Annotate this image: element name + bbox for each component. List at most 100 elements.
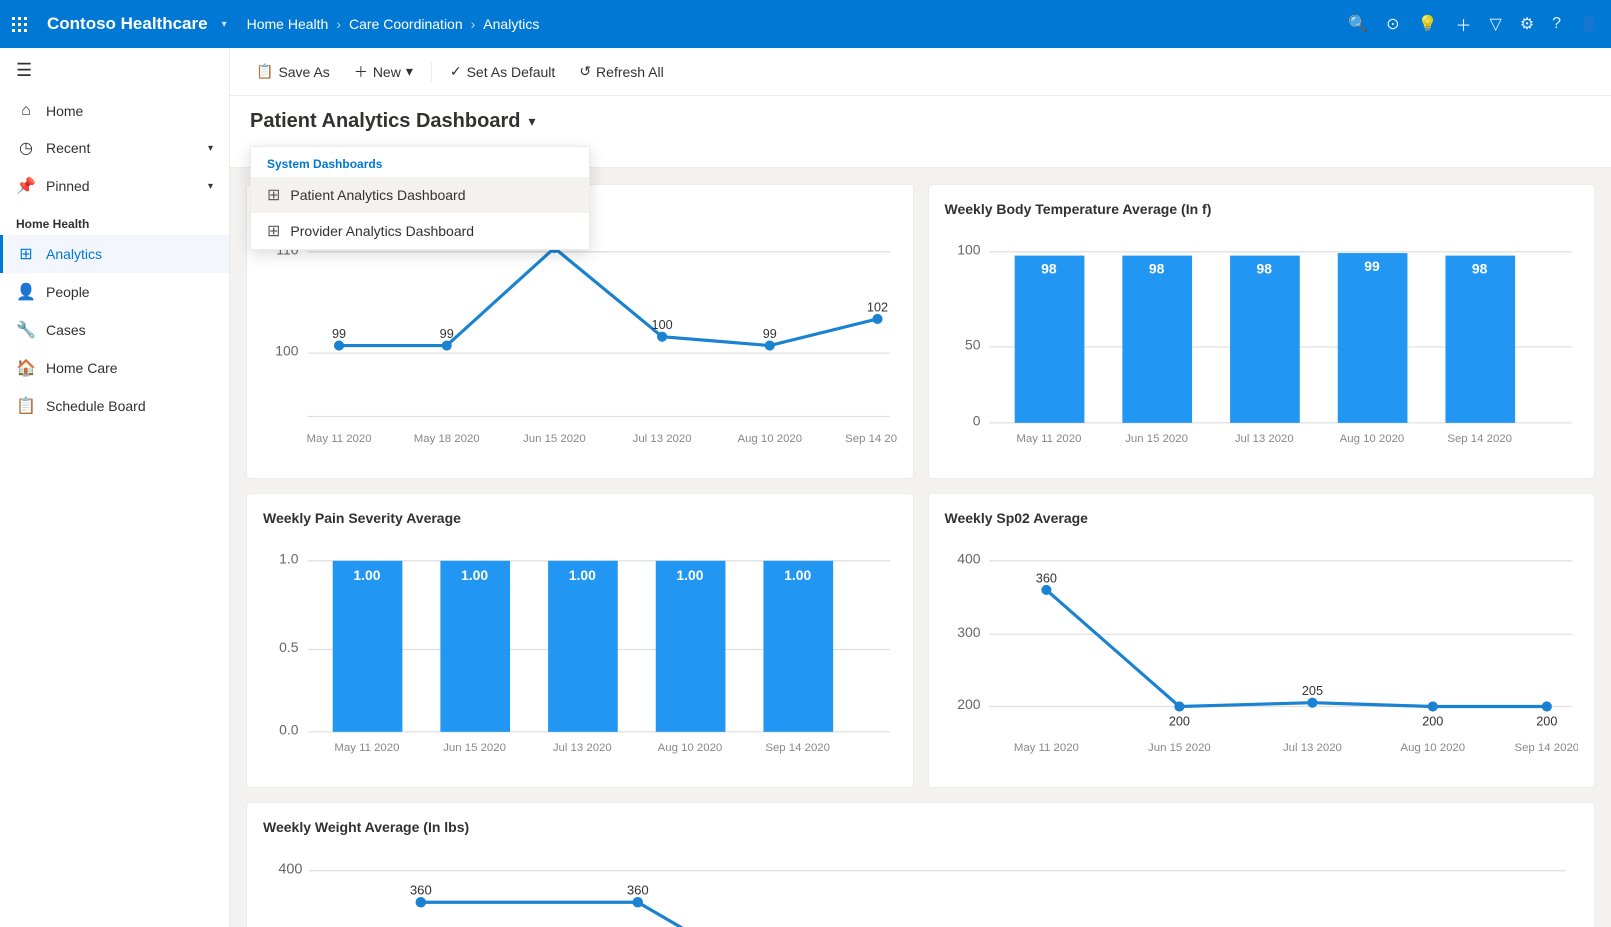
help-icon[interactable]: ? xyxy=(1552,15,1561,33)
svg-text:May 18 2020: May 18 2020 xyxy=(414,433,480,445)
refresh-all-button[interactable]: ↺ Refresh All xyxy=(569,58,673,85)
save-as-button[interactable]: 📋 Save As xyxy=(246,58,340,85)
sidebar-item-cases[interactable]: 🔧 Cases xyxy=(0,311,229,349)
search-icon[interactable]: 🔍 xyxy=(1348,14,1368,34)
svg-text:Jun 15 2020: Jun 15 2020 xyxy=(443,742,506,754)
sidebar-toggle-button[interactable]: ☰ xyxy=(0,48,229,93)
pain-severity-chart-card: Weekly Pain Severity Average 1.0 0.5 0.0… xyxy=(246,493,914,788)
spo2-chart-title: Weekly Sp02 Average xyxy=(945,510,1579,526)
schedule-board-icon: 📋 xyxy=(16,396,36,416)
sidebar-item-people[interactable]: 👤 People xyxy=(0,273,229,311)
main-layout: ☰ ⌂ Home ◷ Recent ▾ 📌 Pinned ▾ Home Heal… xyxy=(0,48,1611,927)
dropdown-item-label-patient: Patient Analytics Dashboard xyxy=(290,187,465,203)
home-icon: ⌂ xyxy=(16,102,36,120)
svg-text:May 11 2020: May 11 2020 xyxy=(1013,742,1078,754)
svg-text:1.00: 1.00 xyxy=(676,567,703,583)
dashboard-header: Patient Analytics Dashboard ▾ System Das… xyxy=(230,96,1611,168)
svg-text:200: 200 xyxy=(1422,715,1443,729)
recent-chevron-icon: ▾ xyxy=(208,143,213,154)
svg-text:Sep 14 2020: Sep 14 2020 xyxy=(1447,433,1512,445)
svg-text:1.00: 1.00 xyxy=(461,567,488,583)
breadcrumb-care-coordination[interactable]: Care Coordination xyxy=(349,16,463,32)
sidebar-label-analytics: Analytics xyxy=(46,246,102,262)
toolbar-divider1 xyxy=(431,62,432,82)
save-as-icon: 📋 xyxy=(256,63,273,80)
pinned-icon: 📌 xyxy=(16,176,36,196)
svg-text:Jun 15 2020: Jun 15 2020 xyxy=(1148,742,1211,754)
pain-severity-chart-title: Weekly Pain Severity Average xyxy=(263,510,897,526)
toolbar: 📋 Save As ＋ New ▾ ✓ Set As Default ↺ Ref… xyxy=(230,48,1611,96)
svg-text:360: 360 xyxy=(410,882,432,897)
lightbulb-icon[interactable]: 💡 xyxy=(1418,14,1438,34)
dropdown-item-patient-analytics[interactable]: ⊞ Patient Analytics Dashboard xyxy=(251,177,589,213)
sidebar-label-recent: Recent xyxy=(46,140,90,156)
breadcrumb-sep2: › xyxy=(471,16,476,32)
svg-text:99: 99 xyxy=(1364,258,1380,274)
dashboard-dropdown: System Dashboards ⊞ Patient Analytics Da… xyxy=(250,146,590,250)
checkmark-icon: ✓ xyxy=(450,63,462,80)
refresh-icon: ↺ xyxy=(579,63,591,80)
app-logo: Contoso Healthcare xyxy=(47,14,208,34)
sidebar-label-home: Home xyxy=(46,103,83,119)
svg-text:0.0: 0.0 xyxy=(279,721,299,737)
svg-text:1.0: 1.0 xyxy=(279,550,299,566)
dashboard-dropdown-button[interactable]: ▾ xyxy=(528,113,535,130)
sidebar-item-pinned[interactable]: 📌 Pinned ▾ xyxy=(0,167,229,205)
sidebar-item-recent[interactable]: ◷ Recent ▾ xyxy=(0,129,229,167)
new-chevron-icon: ▾ xyxy=(406,63,413,80)
sidebar-section-header: Home Health xyxy=(0,205,229,235)
dropdown-item-label-provider: Provider Analytics Dashboard xyxy=(290,223,474,239)
svg-text:102: 102 xyxy=(867,300,888,314)
settings-icon[interactable]: ⚙ xyxy=(1520,14,1534,34)
svg-text:Jul 13 2020: Jul 13 2020 xyxy=(1234,433,1293,445)
weight-chart-title: Weekly Weight Average (In lbs) xyxy=(263,819,1578,835)
body-temp-chart-title: Weekly Body Temperature Average (In f) xyxy=(945,201,1579,217)
svg-text:300: 300 xyxy=(957,624,980,640)
target-icon[interactable]: ⊙ xyxy=(1386,14,1399,34)
svg-text:205: 205 xyxy=(1301,684,1322,698)
svg-text:0.5: 0.5 xyxy=(279,639,299,655)
svg-text:100: 100 xyxy=(957,241,980,257)
home-care-icon: 🏠 xyxy=(16,358,36,378)
svg-text:98: 98 xyxy=(1148,260,1164,276)
svg-text:200: 200 xyxy=(1536,715,1557,729)
breadcrumb-home-health[interactable]: Home Health xyxy=(247,16,329,32)
svg-text:Jun 15 2020: Jun 15 2020 xyxy=(1125,433,1188,445)
svg-text:1.00: 1.00 xyxy=(353,567,380,583)
dashboard-title-row: Patient Analytics Dashboard ▾ xyxy=(250,110,1591,133)
sidebar-label-people: People xyxy=(46,284,90,300)
svg-text:Jul 13 2020: Jul 13 2020 xyxy=(1282,742,1341,754)
sidebar-label-home-care: Home Care xyxy=(46,360,118,376)
svg-text:Sep 14 2020: Sep 14 2020 xyxy=(1514,742,1578,754)
plus-icon[interactable]: ＋ xyxy=(1456,12,1472,36)
svg-text:98: 98 xyxy=(1256,260,1272,276)
app-grid-icon[interactable] xyxy=(12,17,27,32)
svg-text:360: 360 xyxy=(627,882,649,897)
new-button[interactable]: ＋ New ▾ xyxy=(344,57,423,87)
svg-text:1.00: 1.00 xyxy=(784,567,811,583)
svg-text:Aug 10 2020: Aug 10 2020 xyxy=(737,433,802,445)
svg-text:100: 100 xyxy=(652,318,673,332)
sidebar-item-home-care[interactable]: 🏠 Home Care xyxy=(0,349,229,387)
sidebar-item-home[interactable]: ⌂ Home xyxy=(0,93,229,129)
svg-text:0: 0 xyxy=(972,412,980,428)
logo-chevron-icon[interactable]: ▾ xyxy=(222,19,227,30)
user-icon[interactable]: 👤 xyxy=(1579,14,1599,34)
dropdown-item-provider-analytics[interactable]: ⊞ Provider Analytics Dashboard xyxy=(251,213,589,249)
svg-text:98: 98 xyxy=(1041,260,1057,276)
svg-text:May 11 2020: May 11 2020 xyxy=(307,433,372,445)
svg-text:Jun 15 2020: Jun 15 2020 xyxy=(523,433,586,445)
svg-text:400: 400 xyxy=(957,550,980,566)
charts-area: Weekly Heartrate Average 110 100 xyxy=(230,168,1611,927)
filter-icon[interactable]: ▽ xyxy=(1490,14,1502,34)
sidebar-item-schedule-board[interactable]: 📋 Schedule Board xyxy=(0,387,229,425)
set-as-default-button[interactable]: ✓ Set As Default xyxy=(440,58,565,85)
sidebar-label-cases: Cases xyxy=(46,322,86,338)
svg-text:200: 200 xyxy=(1168,715,1189,729)
sidebar-item-analytics[interactable]: ⊞ Analytics xyxy=(0,235,229,273)
recent-icon: ◷ xyxy=(16,138,36,158)
body-temp-chart-svg: 100 50 0 98 98 98 xyxy=(945,229,1579,457)
svg-text:Sep 14 2020: Sep 14 2020 xyxy=(845,433,896,445)
svg-text:1.00: 1.00 xyxy=(569,567,596,583)
sidebar-label-pinned: Pinned xyxy=(46,178,90,194)
